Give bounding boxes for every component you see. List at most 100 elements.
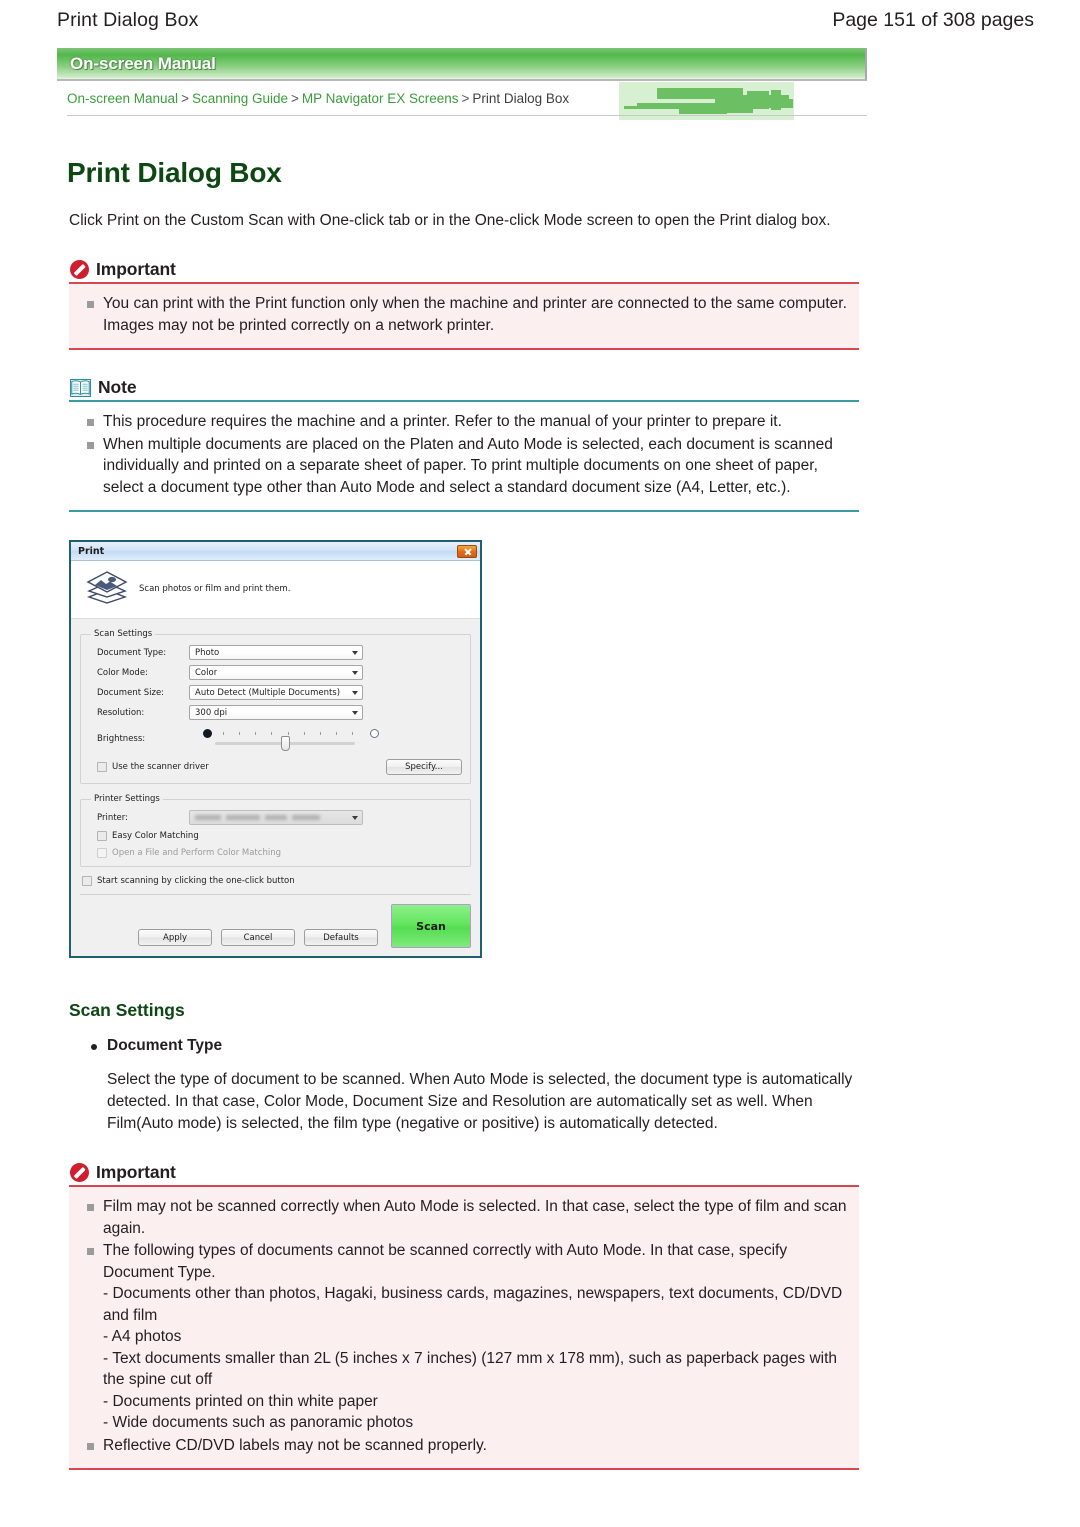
document-type-row: Document Type: Photo xyxy=(89,645,462,660)
printer-label: Printer: xyxy=(97,812,128,823)
open-file-color-matching-checkbox: Open a File and Perform Color Matching xyxy=(89,848,462,858)
dialog-footer: Apply Cancel Defaults Scan xyxy=(80,894,471,948)
document-type-label: Document Type: xyxy=(97,647,167,658)
color-mode-value: Color xyxy=(195,667,218,678)
resolution-row: Resolution: 300 dpi xyxy=(89,705,462,720)
sub-item: - Text documents smaller than 2L (5 inch… xyxy=(103,1349,838,1389)
breadcrumb-separator: > xyxy=(291,91,299,106)
cancel-button[interactable]: Cancel xyxy=(221,929,295,946)
dialog-hero-text: Scan photos or film and print them. xyxy=(139,584,291,594)
color-mode-row: Color Mode: Color xyxy=(89,665,462,680)
list-item-lead: The following types of documents cannot … xyxy=(103,1242,788,1281)
breadcrumb-item-scanning-guide[interactable]: Scanning Guide xyxy=(192,91,288,106)
use-scanner-driver-label: Use the scanner driver xyxy=(112,762,209,772)
brightness-slider[interactable] xyxy=(189,726,381,752)
list-item: This procedure requires the machine and … xyxy=(79,411,849,433)
chevron-down-icon xyxy=(352,710,358,715)
resolution-select[interactable]: 300 dpi xyxy=(189,705,363,720)
footer-button-group: Apply Cancel Defaults xyxy=(138,929,378,948)
sub-item: - Documents other than photos, Hagaki, b… xyxy=(103,1285,843,1324)
brightness-label: Brightness: xyxy=(97,734,146,744)
list-item: Film may not be scanned correctly when A… xyxy=(79,1196,849,1239)
print-dialog-window: Print Scan photos or film and print them… xyxy=(69,540,482,958)
dialog-title: Print xyxy=(78,545,105,557)
page-title: Print Dialog Box xyxy=(57,8,199,31)
document-size-label: Document Size: xyxy=(97,687,165,698)
checkbox-icon xyxy=(97,848,107,858)
sub-item: - Wide documents such as panoramic photo… xyxy=(103,1414,414,1431)
brightness-row: Brightness: xyxy=(89,726,462,752)
light-end-icon xyxy=(370,729,379,738)
breadcrumb-item-mp-navigator-ex-screens[interactable]: MP Navigator EX Screens xyxy=(302,91,459,106)
document-type-value: Photo xyxy=(195,647,220,658)
document-size-row: Document Size: Auto Detect (Multiple Doc… xyxy=(89,685,462,700)
page-content: On-screen Manual On-screen Manual > Scanni… xyxy=(57,48,1023,1470)
scan-button[interactable]: Scan xyxy=(391,904,471,948)
on-screen-manual-banner: On-screen Manual xyxy=(57,48,867,81)
defaults-button[interactable]: Defaults xyxy=(304,929,378,946)
dark-end-icon xyxy=(203,729,212,738)
slider-thumb[interactable] xyxy=(281,736,290,751)
list-item: You can print with the Print function on… xyxy=(79,293,849,336)
breadcrumb-divider xyxy=(67,115,867,116)
list-item: The following types of documents cannot … xyxy=(79,1240,849,1434)
page-number: Page 151 of 308 pages xyxy=(832,8,1034,31)
page-header: Print Dialog Box Page 151 of 308 pages xyxy=(0,0,1080,40)
note-callout-header: Note xyxy=(70,374,859,400)
use-scanner-driver-checkbox[interactable]: Use the scanner driver xyxy=(89,762,209,772)
important-callout-2: Important Film may not be scanned correc… xyxy=(69,1159,859,1470)
scan-settings-legend: Scan Settings xyxy=(94,629,153,639)
printer-select[interactable] xyxy=(189,810,363,825)
checkbox-icon[interactable] xyxy=(97,831,107,841)
breadcrumb-item-on-screen-manual[interactable]: On-screen Manual xyxy=(67,91,178,106)
important-callout-header: Important xyxy=(70,1159,859,1185)
photo-stack-icon xyxy=(85,570,129,608)
slider-ticks xyxy=(223,732,353,735)
resolution-label: Resolution: xyxy=(97,707,145,718)
important-callout-header: Important xyxy=(70,256,859,282)
intro-paragraph: Click Print on the Custom Scan with One-… xyxy=(69,212,831,229)
note-body: This procedure requires the machine and … xyxy=(69,400,859,512)
sub-item: - A4 photos xyxy=(103,1328,182,1345)
apply-button[interactable]: Apply xyxy=(138,929,212,946)
note-callout: Note This procedure requires the machine… xyxy=(69,374,859,512)
one-click-checkbox[interactable]: Start scanning by clicking the one-click… xyxy=(82,876,471,886)
note-heading: Note xyxy=(98,376,137,397)
scan-settings-group: Scan Settings Document Type: Photo Color… xyxy=(80,629,471,784)
chevron-down-icon xyxy=(352,650,358,655)
important-heading: Important xyxy=(96,1161,176,1182)
dialog-hero: Scan photos or film and print them. xyxy=(71,561,480,619)
banner-label: On-screen Manual xyxy=(70,53,216,73)
color-mode-select[interactable]: Color xyxy=(189,665,363,680)
chevron-down-icon xyxy=(352,815,358,820)
section-heading-scan-settings: Scan Settings xyxy=(69,1000,185,1020)
chevron-down-icon xyxy=(352,690,358,695)
printer-settings-group: Printer Settings Printer: Easy Color Mat xyxy=(80,794,471,867)
easy-color-matching-checkbox[interactable]: Easy Color Matching xyxy=(89,831,462,841)
prohibit-icon xyxy=(70,1163,89,1182)
document-type-select[interactable]: Photo xyxy=(189,645,363,660)
specify-button[interactable]: Specify... xyxy=(386,759,462,775)
document-title: Print Dialog Box xyxy=(67,157,282,188)
breadcrumb-separator: > xyxy=(461,91,470,106)
easy-color-matching-label: Easy Color Matching xyxy=(112,831,199,841)
important-body: You can print with the Print function on… xyxy=(69,282,859,350)
checkbox-icon[interactable] xyxy=(82,876,92,886)
sub-item: - Documents printed on thin white paper xyxy=(103,1392,378,1410)
color-mode-label: Color Mode: xyxy=(97,667,148,678)
dialog-titlebar: Print xyxy=(71,542,480,561)
document-size-value: Auto Detect (Multiple Documents) xyxy=(195,687,341,698)
breadcrumb-separator: > xyxy=(181,91,189,106)
breadcrumb: On-screen Manual > Scanning Guide > MP Navig… xyxy=(57,90,1023,108)
close-icon[interactable] xyxy=(457,544,477,558)
one-click-label: Start scanning by clicking the one-click… xyxy=(97,876,295,886)
scanner-driver-row: Use the scanner driver Specify... xyxy=(89,759,462,775)
document-size-select[interactable]: Auto Detect (Multiple Documents) xyxy=(189,685,363,700)
printer-settings-legend: Printer Settings xyxy=(94,794,160,804)
important-callout-1: Important You can print with the Print f… xyxy=(69,256,859,350)
breadcrumb-item-current: Print Dialog Box xyxy=(472,91,570,106)
important-body: Film may not be scanned correctly when A… xyxy=(69,1185,859,1470)
open-book-icon xyxy=(70,379,91,397)
checkbox-icon[interactable] xyxy=(97,762,107,772)
printer-value-redacted xyxy=(195,815,320,820)
